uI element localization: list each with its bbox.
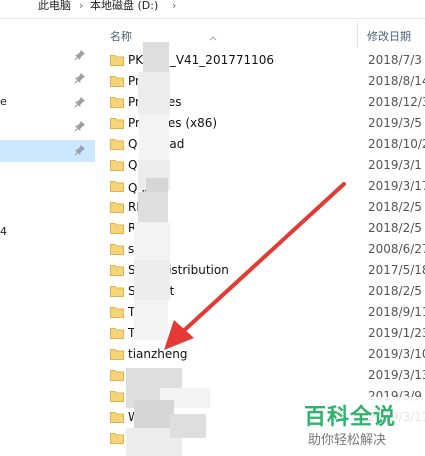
folder-icon (110, 391, 124, 402)
folder-icon (110, 55, 124, 66)
folder-icon (110, 244, 124, 255)
folder-icon (110, 139, 124, 150)
nav-item[interactable] (0, 68, 95, 90)
file-date-modified: 2019/3/1 (368, 158, 422, 172)
folder-icon (110, 118, 124, 129)
file-date-modified: 2018/2/5 (368, 200, 422, 214)
folder-icon (110, 349, 124, 360)
nav-item[interactable] (0, 45, 95, 67)
nav-item[interactable] (0, 198, 95, 220)
navigation-pane: e4 (0, 19, 95, 456)
folder-icon (110, 286, 124, 297)
folder-icon (110, 160, 124, 171)
folder-icon (110, 223, 124, 234)
file-date-modified: 2019/3/5 (368, 116, 422, 130)
folder-icon (110, 76, 124, 87)
pin-icon (74, 145, 85, 156)
breadcrumb-drive-d[interactable]: 本地磁盘 (D:) (90, 0, 158, 12)
pin-icon (74, 73, 85, 84)
privacy-mosaic (138, 72, 170, 114)
file-date-modified: 2018/7/3 (368, 53, 422, 67)
file-date-modified: 2018/8/14 (368, 74, 425, 88)
breadcrumb-separator: › (172, 0, 177, 12)
breadcrumb: 此电脑 › 本地磁盘 (D:) › (0, 0, 425, 19)
watermark-title: 百科全说 (304, 405, 397, 430)
file-date-modified: 2019/3/13 (368, 368, 425, 382)
privacy-mosaic (139, 114, 169, 160)
folder-icon (110, 265, 124, 276)
pin-icon (74, 121, 85, 132)
folder-icon (110, 328, 124, 339)
pin-icon (74, 97, 85, 108)
nav-item[interactable]: 4 (0, 222, 95, 244)
nav-item[interactable] (0, 116, 95, 138)
file-date-modified: 2018/10/2 (368, 137, 425, 151)
file-date-modified: 2018/9/11 (368, 305, 425, 319)
folder-icon (110, 433, 124, 444)
watermark-subtitle: 助你轻松解决 (308, 433, 387, 448)
breadcrumb-this-pc[interactable]: 此电脑 (38, 0, 71, 12)
folder-icon (110, 181, 124, 192)
folder-icon (110, 202, 124, 213)
file-row[interactable]: tianzheng 2019/3/10 (98, 345, 425, 365)
sort-ascending-icon (209, 36, 217, 41)
privacy-mosaic (134, 222, 170, 260)
privacy-mosaic (143, 42, 169, 72)
file-date-modified: 2019/3/17 (368, 179, 425, 193)
folder-icon (110, 307, 124, 318)
file-date-modified: 2017/5/18 (368, 263, 425, 277)
file-date-modified: 2018/12/3 (368, 95, 425, 109)
file-date-modified: 2008/6/27 (368, 242, 425, 256)
file-date-modified: 2019/1/23 (368, 326, 425, 340)
nav-item[interactable]: e (0, 92, 95, 114)
privacy-mosaic (146, 178, 168, 192)
column-divider[interactable] (357, 22, 358, 48)
privacy-mosaic (134, 400, 174, 430)
file-date-modified: 2018/2/5 (368, 284, 422, 298)
breadcrumb-separator: › (79, 0, 84, 12)
folder-icon (110, 97, 124, 108)
nav-item-label: 4 (0, 225, 7, 238)
folder-icon (110, 370, 124, 381)
privacy-mosaic (134, 300, 168, 340)
pin-icon (74, 50, 85, 61)
privacy-mosaic (170, 414, 206, 438)
column-date-modified[interactable]: 修改日期 (367, 28, 411, 44)
nav-item[interactable] (0, 168, 95, 190)
privacy-mosaic (138, 192, 168, 222)
column-name[interactable]: 名称 (110, 28, 132, 44)
privacy-mosaic (134, 260, 170, 300)
file-date-modified: 2018/2/5 (368, 221, 422, 235)
nav-item-label: e (0, 95, 7, 108)
file-date-modified: 2019/3/10 (368, 347, 425, 361)
nav-item[interactable] (0, 140, 95, 162)
folder-icon (110, 412, 124, 423)
watermark: 百科全说 助你轻松解决 (298, 397, 425, 456)
file-name: tianzheng (128, 347, 188, 361)
